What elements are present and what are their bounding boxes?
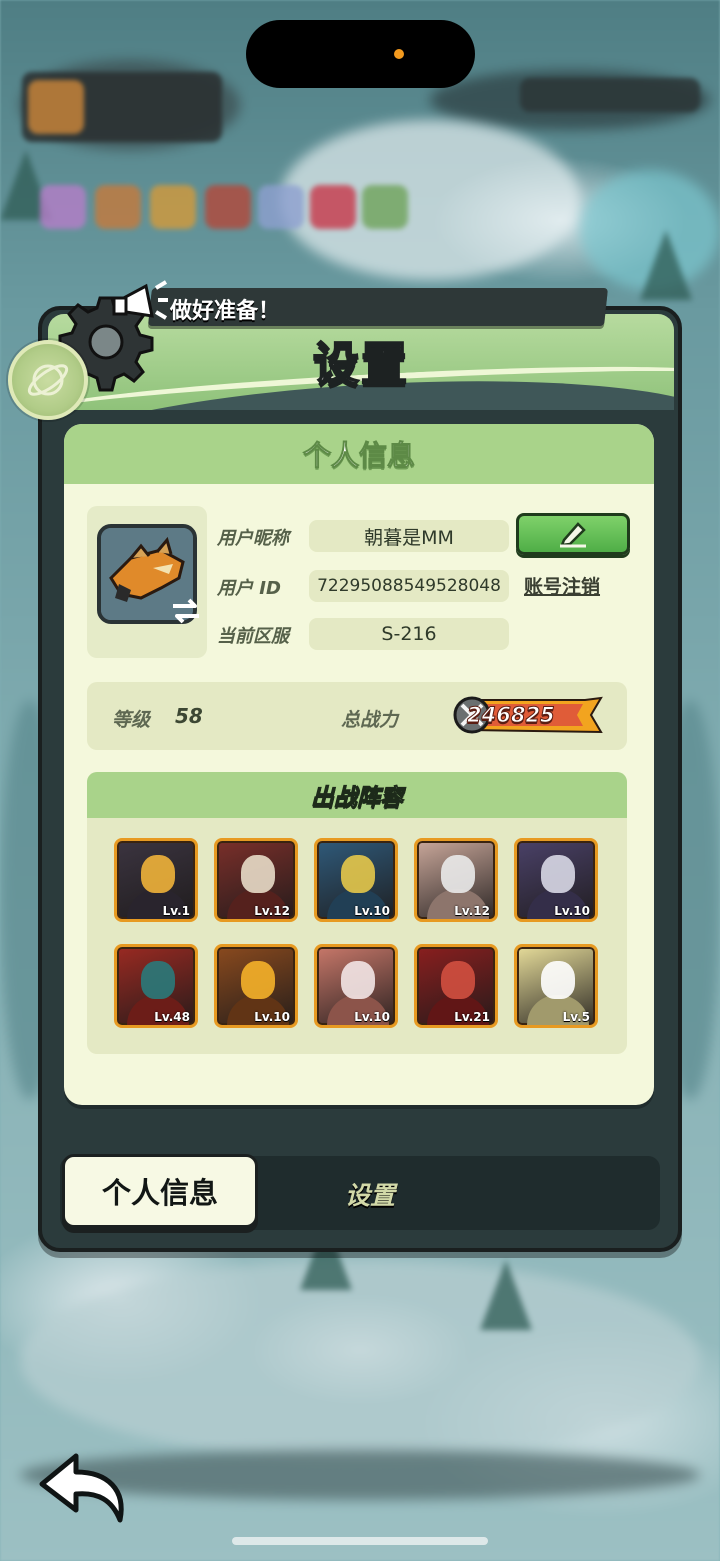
hero-level: Lv.12 bbox=[254, 904, 290, 918]
hero-portrait[interactable]: Lv.21 bbox=[414, 944, 498, 1028]
hero-portrait[interactable]: Lv.12 bbox=[414, 838, 498, 922]
nickname-field: 朝暮是MM bbox=[309, 520, 509, 552]
hero-portrait[interactable]: Lv.48 bbox=[114, 944, 198, 1028]
hero-portrait[interactable]: Lv.12 bbox=[214, 838, 298, 922]
power-label: 总战力 bbox=[341, 709, 399, 731]
profile-card-title: 个人信息 bbox=[302, 439, 415, 473]
hero-figure bbox=[341, 855, 375, 893]
hero-level: Lv.10 bbox=[354, 904, 390, 918]
power-value: 246825 bbox=[467, 703, 556, 728]
cancel-account-link[interactable]: 账号注销 bbox=[524, 572, 600, 599]
nickname-label: 用户昵称 bbox=[217, 528, 289, 549]
tab-settings-label: 设置 bbox=[344, 1181, 395, 1210]
hero-portrait[interactable]: Lv.5 bbox=[514, 944, 598, 1028]
hero-level: Lv.48 bbox=[154, 1010, 190, 1024]
lineup-title: 出战阵容 bbox=[311, 785, 404, 812]
megaphone-icon bbox=[112, 280, 168, 320]
profile-card: 个人信息 用户昵称 朝暮是MM 用户 ID 72295088549528048 … bbox=[64, 424, 654, 1105]
hero-figure bbox=[141, 961, 175, 999]
hero-figure bbox=[141, 855, 175, 893]
hero-figure bbox=[541, 961, 575, 999]
server-field: S-216 bbox=[309, 618, 509, 650]
level-label: 等级 bbox=[112, 709, 151, 731]
hero-portrait[interactable]: Lv.10 bbox=[514, 838, 598, 922]
hero-portrait[interactable]: Lv.1 bbox=[114, 838, 198, 922]
hero-portrait[interactable]: Lv.10 bbox=[314, 944, 398, 1028]
hero-level: Lv.10 bbox=[254, 1010, 290, 1024]
back-arrow-icon[interactable] bbox=[36, 1450, 132, 1526]
hero-figure bbox=[241, 855, 275, 893]
hero-level: Lv.12 bbox=[454, 904, 490, 918]
camera-notch bbox=[246, 20, 475, 88]
tab-profile[interactable]: 个人信息 bbox=[62, 1154, 258, 1228]
server-label: 当前区服 bbox=[217, 626, 289, 647]
edit-nickname-button[interactable] bbox=[516, 513, 630, 555]
avatar-box[interactable] bbox=[87, 506, 207, 658]
planet-icon[interactable] bbox=[8, 340, 88, 420]
swap-icon[interactable] bbox=[169, 598, 203, 624]
tab-profile-label: 个人信息 bbox=[101, 1176, 218, 1210]
hero-portrait[interactable]: Lv.10 bbox=[314, 838, 398, 922]
hero-figure bbox=[341, 961, 375, 999]
hero-figure bbox=[541, 855, 575, 893]
announcement-text: 做好准备！ bbox=[170, 299, 281, 324]
hero-level: Lv.5 bbox=[562, 1010, 590, 1024]
hero-figure bbox=[441, 961, 475, 999]
battle-lineup: 出战阵容 Lv.1 Lv.12 Lv.10 Lv.12 Lv.10 Lv.48 Lv.10 L… bbox=[87, 772, 627, 1054]
userid-field: 72295088549528048 bbox=[309, 570, 509, 602]
lineup-header: 出战阵容 bbox=[87, 772, 627, 818]
hero-figure bbox=[441, 855, 475, 893]
level-value: 58 bbox=[175, 704, 203, 728]
hero-level: Lv.21 bbox=[454, 1010, 490, 1024]
userid-label: 用户 ID bbox=[217, 578, 281, 599]
hero-figure bbox=[241, 961, 275, 999]
hero-level: Lv.10 bbox=[554, 904, 590, 918]
hero-level: Lv.1 bbox=[162, 904, 190, 918]
hero-level: Lv.10 bbox=[354, 1010, 390, 1024]
pencil-icon bbox=[560, 522, 586, 548]
home-indicator[interactable] bbox=[232, 1537, 488, 1545]
hero-portrait[interactable]: Lv.10 bbox=[214, 944, 298, 1028]
tab-settings[interactable]: 设置 bbox=[300, 1170, 440, 1218]
profile-card-header: 个人信息 bbox=[64, 424, 654, 484]
